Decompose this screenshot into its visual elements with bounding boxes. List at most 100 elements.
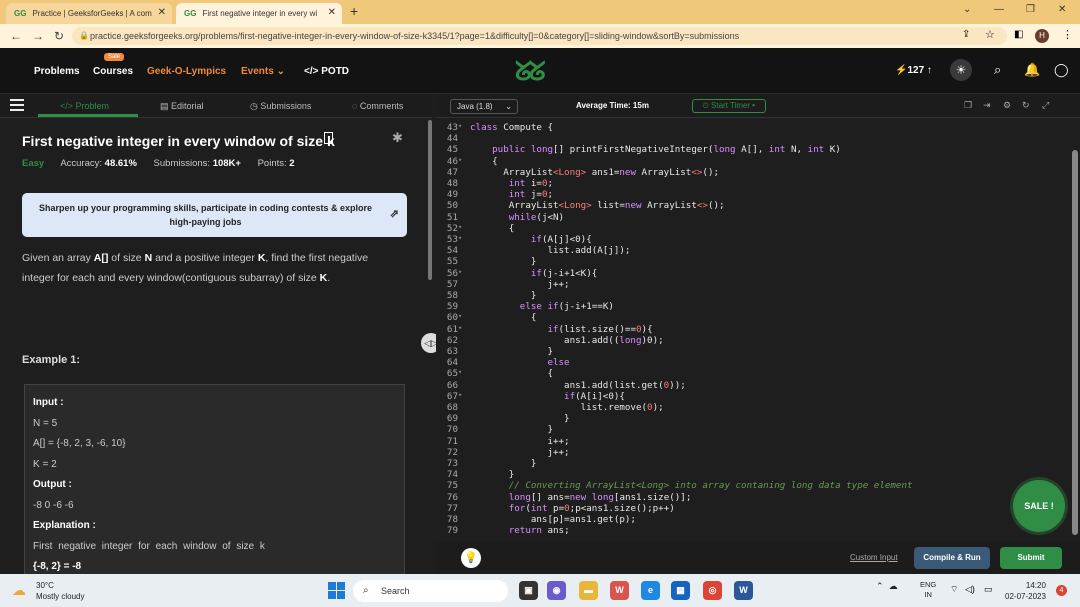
fold-icon[interactable]: ▾: [458, 368, 462, 376]
tab-comments[interactable]: ◌ Comments: [352, 101, 403, 111]
code-text: if(A[j]<0){: [530, 234, 592, 245]
new-tab-icon[interactable]: +: [350, 3, 358, 19]
chat-icon[interactable]: ◉: [547, 581, 566, 600]
chrome-icon[interactable]: ◎: [703, 581, 722, 600]
forward-icon[interactable]: →: [32, 29, 44, 43]
search-icon[interactable]: ⌕: [994, 62, 1001, 78]
volume-icon[interactable]: ◁): [965, 584, 975, 595]
language-indicator[interactable]: ENG IN: [920, 580, 936, 600]
line-number: 57: [446, 278, 458, 290]
bug-report-icon[interactable]: ✱: [392, 130, 403, 146]
reset-icon[interactable]: ↻: [1022, 100, 1030, 111]
promo-banner[interactable]: Sharpen up your programming skills, part…: [22, 193, 407, 237]
tab-editorial[interactable]: ▤ Editorial: [160, 101, 204, 112]
code-text: }: [470, 424, 553, 436]
menu-icon[interactable]: [10, 99, 24, 114]
browser-tab-problem[interactable]: GG First negative integer in every wi ✕: [176, 3, 342, 24]
back-icon[interactable]: ←: [10, 29, 22, 43]
code-editor[interactable]: 43 ▾ class Compute {44 45 public long[] pri…: [436, 121, 1072, 541]
taskbar-search[interactable]: ⌕ Search: [353, 580, 508, 602]
task-view-icon[interactable]: ▣: [519, 581, 538, 600]
gfg-logo[interactable]: ᘜᘜ: [515, 56, 546, 88]
notification-badge[interactable]: 4: [1056, 585, 1067, 596]
fullscreen-icon[interactable]: ⤢: [1042, 100, 1049, 111]
settings-icon[interactable]: ⚙: [1003, 100, 1011, 111]
close-window-icon[interactable]: ✕: [1058, 4, 1066, 15]
fold-icon[interactable]: ▾: [458, 324, 462, 332]
word-icon[interactable]: W: [734, 581, 753, 600]
start-icon[interactable]: [328, 582, 345, 599]
browser-tab-practice[interactable]: GG Practice | GeeksforGeeks | A com ✕: [6, 3, 172, 24]
fold-icon[interactable]: ▾: [458, 391, 462, 399]
bell-icon[interactable]: 🔔: [1024, 62, 1040, 78]
submit-button[interactable]: Submit: [1000, 547, 1062, 569]
tab-editorial-label: Editorial: [171, 101, 204, 111]
line-number: 65: [446, 368, 458, 380]
fold-icon[interactable]: ▾: [458, 122, 462, 130]
fold-icon[interactable]: ▾: [458, 312, 462, 320]
store-icon[interactable]: ▦: [671, 581, 690, 600]
bulb-icon[interactable]: 💡: [461, 548, 481, 568]
compile-run-button[interactable]: Compile & Run: [914, 547, 990, 569]
code-text: }: [470, 458, 537, 469]
line-number: 64: [446, 357, 458, 369]
nav-courses[interactable]: Courses: [93, 66, 133, 77]
language-value: Java (1.8): [457, 102, 493, 111]
url-field[interactable]: 🔒 practice.geeksforgeeks.org/problems/fi…: [72, 27, 1007, 45]
sale-button[interactable]: SALE !: [1013, 480, 1065, 532]
custom-input-link[interactable]: Custom Input: [850, 553, 898, 562]
tab-problem[interactable]: </> Problem: [60, 101, 109, 111]
restore-icon[interactable]: ❐: [1026, 4, 1035, 15]
wifi-icon[interactable]: ⌔: [950, 584, 958, 595]
tab-submissions[interactable]: ◷ Submissions: [250, 101, 311, 112]
file-explorer-icon[interactable]: ▬: [579, 581, 598, 600]
fold-icon[interactable]: ▾: [458, 156, 462, 164]
battery-icon[interactable]: ▭: [984, 584, 993, 595]
start-timer-button[interactable]: ⏲ Start Timer ▸: [692, 99, 766, 113]
fold-icon[interactable]: ▾: [458, 268, 462, 276]
language-line-2: IN: [924, 590, 932, 599]
code-text: // Converting ArrayList<Long> into array…: [470, 480, 913, 492]
sidebar-icon[interactable]: ◧: [1014, 29, 1023, 40]
copy-icon[interactable]: ❐: [964, 100, 972, 111]
problem-meta: Easy Accuracy: 48.61% Submissions: 108K+…: [22, 158, 295, 169]
share-icon[interactable]: ⇪: [962, 29, 970, 40]
system-tray[interactable]: ⌃ ☁: [876, 581, 898, 592]
code-text: ans1.add(list.get(0));: [470, 379, 686, 391]
more-icon[interactable]: ⋮: [1062, 28, 1073, 41]
export-icon[interactable]: ⇥: [983, 100, 991, 111]
chevron-down-icon[interactable]: ⌄: [963, 4, 971, 15]
theme-toggle-icon[interactable]: ☀: [950, 59, 972, 81]
code-text: ans1.add((long)0);: [470, 334, 664, 346]
clock[interactable]: 14:20 02-07-2023: [1005, 580, 1046, 602]
star-icon[interactable]: ☆: [985, 28, 995, 41]
nav-potd[interactable]: </> POTD: [304, 66, 349, 77]
line-number: 55: [446, 256, 458, 268]
fold-icon[interactable]: ▾: [458, 234, 462, 242]
bookmark-icon[interactable]: [324, 132, 333, 144]
reload-icon[interactable]: ↻: [54, 29, 64, 43]
line-number: 60: [446, 312, 458, 324]
office-icon[interactable]: W: [610, 581, 629, 600]
streak-counter[interactable]: ⚡127 ↑: [895, 65, 932, 76]
code-text: while(j<N): [508, 211, 565, 223]
user-icon[interactable]: ◯: [1054, 62, 1069, 78]
close-tab-icon[interactable]: ✕: [158, 7, 166, 18]
language-select[interactable]: Java (1.8) ⌄: [450, 99, 518, 114]
weather-widget[interactable]: 30°C Mostly cloudy: [36, 580, 84, 602]
minimize-icon[interactable]: —: [994, 4, 1004, 15]
left-scrollbar[interactable]: [428, 120, 432, 280]
windows-taskbar: ☁ 30°C Mostly cloudy ⌕ Search ▣ ◉ ▬ W e ▦…: [0, 574, 1080, 607]
nav-geek-o-lympics[interactable]: Geek-O-Lympics: [147, 66, 226, 77]
fold-icon[interactable]: ▾: [458, 223, 462, 231]
editor-scrollbar[interactable]: [1072, 150, 1078, 535]
line-number: 77: [446, 502, 458, 514]
nav-problems[interactable]: Problems: [34, 66, 80, 77]
profile-avatar[interactable]: H: [1035, 29, 1049, 43]
code-text: }: [470, 290, 537, 301]
edge-icon[interactable]: e: [641, 581, 660, 600]
close-tab-icon[interactable]: ✕: [328, 7, 336, 18]
line-number: 66: [446, 379, 458, 391]
arrow-up-icon: ↑: [924, 65, 932, 76]
nav-events[interactable]: Events ⌄: [241, 66, 285, 77]
